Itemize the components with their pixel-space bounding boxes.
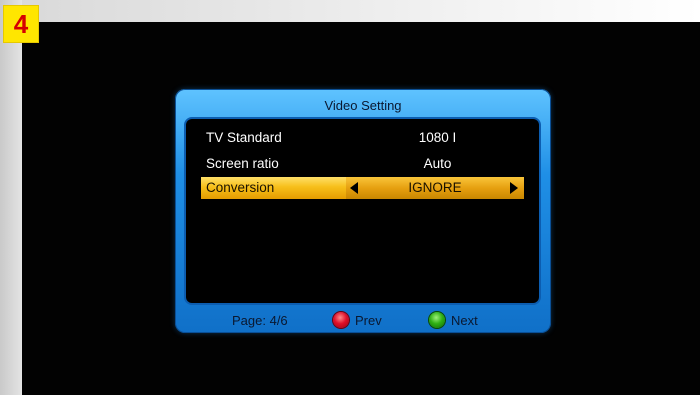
setting-label: TV Standard bbox=[206, 130, 282, 145]
green-button-icon bbox=[429, 312, 445, 328]
prev-button[interactable]: Prev bbox=[333, 309, 393, 333]
next-label: Next bbox=[451, 313, 478, 328]
setting-value: 1080 I bbox=[418, 130, 457, 145]
setting-value: IGNORE bbox=[408, 180, 462, 195]
setting-row-tv-standard[interactable]: TV Standard 1080 I bbox=[201, 127, 524, 149]
setting-value: Auto bbox=[423, 156, 452, 171]
arrow-right-icon[interactable] bbox=[510, 182, 518, 194]
dialog-footer: Page: 4/6 Prev Next bbox=[175, 307, 551, 331]
settings-list: TV Standard 1080 I Screen ratio Auto Con… bbox=[186, 119, 539, 303]
page-indicator: Page: 4/6 bbox=[232, 313, 288, 328]
setting-value-selector[interactable]: IGNORE bbox=[346, 177, 524, 199]
red-button-icon bbox=[333, 312, 349, 328]
setting-label: Conversion bbox=[206, 180, 275, 195]
arrow-left-icon[interactable] bbox=[350, 182, 358, 194]
setting-row-conversion[interactable]: Conversion IGNORE bbox=[201, 177, 524, 199]
screenshot-frame: 4 Video Setting TV Standard 1080 I Scree… bbox=[0, 0, 700, 395]
top-border bbox=[0, 0, 700, 22]
dialog-title: Video Setting bbox=[324, 98, 402, 113]
setting-label: Screen ratio bbox=[206, 156, 279, 171]
prev-label: Prev bbox=[355, 313, 382, 328]
step-number-badge: 4 bbox=[3, 5, 39, 43]
video-setting-dialog: Video Setting TV Standard 1080 I Screen … bbox=[175, 89, 551, 333]
left-border bbox=[0, 0, 22, 395]
setting-row-screen-ratio[interactable]: Screen ratio Auto bbox=[201, 153, 524, 175]
next-button[interactable]: Next bbox=[429, 309, 489, 333]
